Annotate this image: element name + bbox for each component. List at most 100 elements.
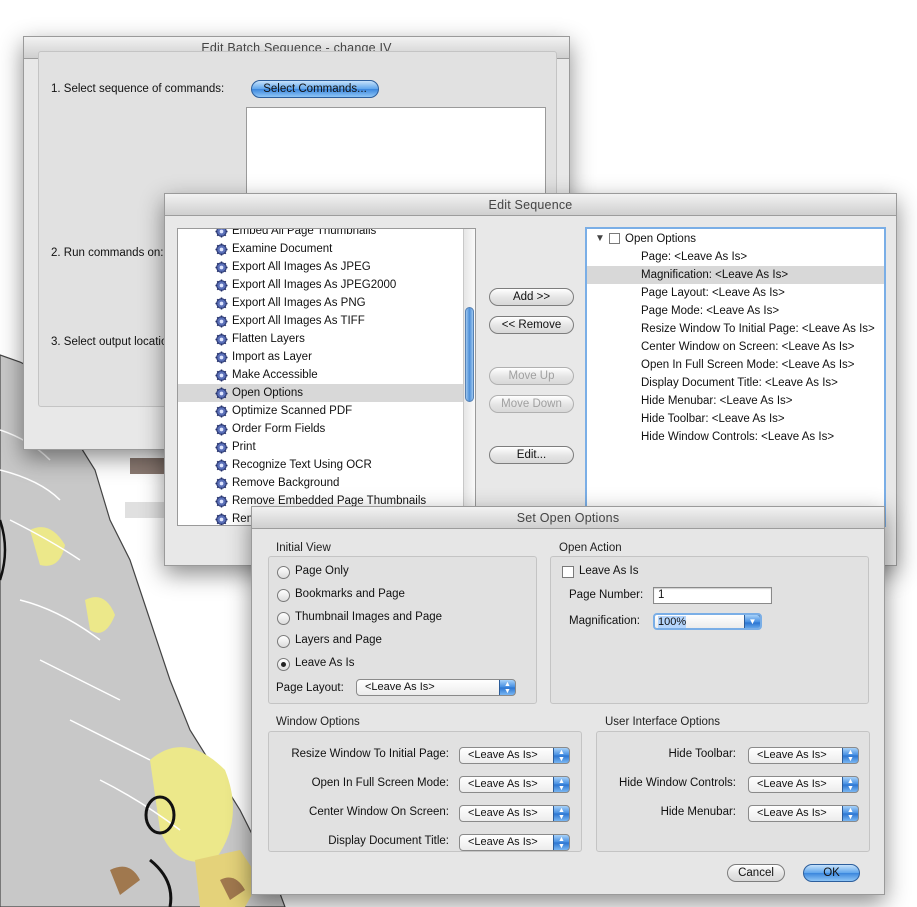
sequence-option-label: Page Mode: <Leave As Is> (641, 305, 780, 317)
initial-view-radio[interactable] (277, 612, 290, 625)
option-row-label: Center Window On Screen: (309, 806, 449, 818)
ok-button[interactable]: OK (803, 864, 860, 882)
sequence-tree[interactable]: ▼ Open Options Page: <Leave As Is> Magnif… (585, 227, 886, 527)
move-up-button[interactable]: Move Up (489, 367, 574, 385)
page-number-input[interactable]: 1 (653, 587, 772, 604)
open-action-group (550, 556, 869, 704)
sequence-option-item[interactable]: Page Layout: <Leave As Is> (587, 284, 884, 302)
initial-view-radio-label: Leave As Is (295, 657, 355, 669)
command-label: Examine Document (232, 243, 333, 255)
disclosure-triangle-icon[interactable]: ▼ (595, 230, 605, 248)
command-list-item[interactable]: Order Form Fields (178, 420, 463, 438)
page-layout-select[interactable]: <Leave As Is> ▲ ▼ (356, 679, 516, 696)
option-row-select[interactable]: <Leave As Is> ▲ ▼ (459, 747, 570, 764)
option-row-label: Resize Window To Initial Page: (291, 748, 449, 760)
sequence-root-item[interactable]: ▼ Open Options (587, 230, 884, 248)
remove-button[interactable]: << Remove (489, 316, 574, 334)
command-list-item[interactable]: Remove Background (178, 474, 463, 492)
command-list-item[interactable]: Make Accessible (178, 366, 463, 384)
edit-sequence-title: Edit Sequence (165, 194, 896, 216)
option-row-label: Hide Toolbar: (668, 748, 736, 760)
sequence-option-item[interactable]: Hide Toolbar: <Leave As Is> (587, 410, 884, 428)
initial-view-radio[interactable] (277, 589, 290, 602)
command-list-item[interactable]: Flatten Layers (178, 330, 463, 348)
ui-options-label: User Interface Options (605, 716, 721, 728)
move-down-button[interactable]: Move Down (489, 395, 574, 413)
option-row-select[interactable]: <Leave As Is> ▲ ▼ (748, 776, 859, 793)
set-open-options-window: Set Open Options Initial View Page Only B… (251, 506, 885, 895)
option-row-select[interactable]: <Leave As Is> ▲ ▼ (459, 776, 570, 793)
initial-view-radio[interactable] (277, 566, 290, 579)
command-list-item[interactable]: Optimize Scanned PDF (178, 402, 463, 420)
step2-label: 2. Run commands on: (51, 247, 164, 259)
sequence-option-label: Open In Full Screen Mode: <Leave As Is> (641, 359, 855, 371)
commands-scrollbar[interactable] (463, 229, 475, 525)
option-row-select[interactable]: <Leave As Is> ▲ ▼ (748, 805, 859, 822)
option-row-select[interactable]: <Leave As Is> ▲ ▼ (459, 805, 570, 822)
available-commands-list[interactable]: Remove ...Remove Embedded Page Thumbnail… (177, 228, 476, 526)
sequence-option-item[interactable]: Magnification: <Leave As Is> (587, 266, 884, 284)
command-list-item[interactable]: Import as Layer (178, 348, 463, 366)
gear-icon (215, 369, 228, 382)
gear-icon (215, 261, 228, 274)
commands-scroll-thumb[interactable] (465, 307, 474, 402)
sequence-option-item[interactable]: Center Window on Screen: <Leave As Is> (587, 338, 884, 356)
sequence-option-label: Magnification: <Leave As Is> (641, 269, 789, 281)
option-row-label: Open In Full Screen Mode: (311, 777, 449, 789)
window-options-label: Window Options (276, 716, 360, 728)
gear-icon (215, 405, 228, 418)
command-list-item[interactable]: Embed All Page Thumbnails (178, 228, 463, 240)
command-label: Import as Layer (232, 351, 312, 363)
initial-view-radio-label: Thumbnail Images and Page (295, 611, 443, 623)
option-row-select[interactable]: <Leave As Is> ▲ ▼ (748, 747, 859, 764)
command-list-item[interactable]: Recognize Text Using OCR (178, 456, 463, 474)
command-label: Order Form Fields (232, 423, 326, 435)
updown-arrows-icon: ▲ ▼ (842, 748, 858, 763)
gear-icon (215, 477, 228, 490)
command-list-item[interactable]: Export All Images As PNG (178, 294, 463, 312)
add-button[interactable]: Add >> (489, 288, 574, 306)
sequence-option-item[interactable]: Page Mode: <Leave As Is> (587, 302, 884, 320)
sequence-option-label: Center Window on Screen: <Leave As Is> (641, 341, 855, 353)
option-row-label: Hide Window Controls: (619, 777, 736, 789)
command-list-item[interactable]: Export All Images As JPEG2000 (178, 276, 463, 294)
sequence-option-label: Hide Window Controls: <Leave As Is> (641, 431, 835, 443)
option-row-label: Display Document Title: (328, 835, 449, 847)
command-list-item[interactable]: Open Options (178, 384, 463, 402)
sequence-option-item[interactable]: Display Document Title: <Leave As Is> (587, 374, 884, 392)
command-list-item[interactable]: Export All Images As TIFF (178, 312, 463, 330)
command-label: Export All Images As TIFF (232, 315, 365, 327)
gear-icon (215, 315, 228, 328)
sequence-option-item[interactable]: Hide Menubar: <Leave As Is> (587, 392, 884, 410)
command-list-item[interactable]: Print (178, 438, 463, 456)
option-row-value: <Leave As Is> (757, 807, 827, 819)
gear-icon (215, 333, 228, 346)
command-label: Flatten Layers (232, 333, 305, 345)
select-commands-button[interactable]: Select Commands... (251, 80, 379, 98)
magnification-select[interactable]: 100% ▼ (653, 613, 762, 630)
option-row-value: <Leave As Is> (468, 807, 538, 819)
gear-icon (215, 495, 228, 508)
initial-view-radio[interactable] (277, 635, 290, 648)
sequence-option-item[interactable]: Page: <Leave As Is> (587, 248, 884, 266)
command-label: Embed All Page Thumbnails (232, 228, 377, 237)
updown-arrows-icon: ▲ ▼ (499, 680, 515, 695)
edit-button[interactable]: Edit... (489, 446, 574, 464)
option-row-value: <Leave As Is> (468, 778, 538, 790)
command-list-item[interactable]: Export All Images As JPEG (178, 258, 463, 276)
page-layout-label: Page Layout: (276, 682, 344, 694)
sequence-option-item[interactable]: Resize Window To Initial Page: <Leave As… (587, 320, 884, 338)
batch-commands-list[interactable] (246, 107, 546, 197)
gear-icon (215, 243, 228, 256)
open-action-leave-as-is-checkbox[interactable] (562, 566, 574, 578)
initial-view-radio[interactable] (277, 658, 290, 671)
sequence-option-item[interactable]: Open In Full Screen Mode: <Leave As Is> (587, 356, 884, 374)
sequence-option-label: Page: <Leave As Is> (641, 251, 748, 263)
command-label: Export All Images As PNG (232, 297, 366, 309)
command-label: Recognize Text Using OCR (232, 459, 372, 471)
sequence-root-checkbox[interactable] (609, 233, 620, 244)
option-row-select[interactable]: <Leave As Is> ▲ ▼ (459, 834, 570, 851)
cancel-button[interactable]: Cancel (727, 864, 785, 882)
command-list-item[interactable]: Examine Document (178, 240, 463, 258)
sequence-option-item[interactable]: Hide Window Controls: <Leave As Is> (587, 428, 884, 446)
